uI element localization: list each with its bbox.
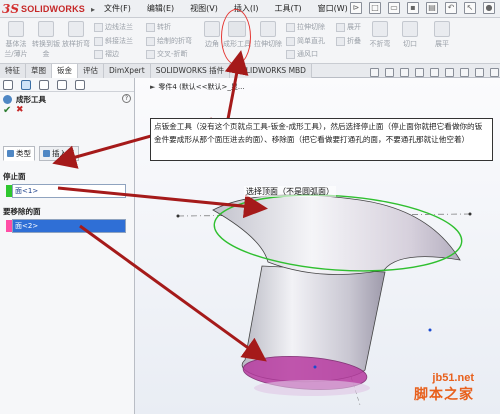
arrow-to-forming-tool bbox=[224, 50, 249, 120]
watermark-url: jb51.net bbox=[432, 372, 474, 384]
model-overlay bbox=[52, 50, 472, 406]
top-face-label: 选择顶面（不是圆弧面） bbox=[244, 186, 336, 197]
point-bottom bbox=[313, 365, 317, 369]
point-side bbox=[428, 328, 432, 332]
bottom-face-shade bbox=[254, 380, 370, 396]
arrow-to-bottom-face bbox=[79, 224, 267, 362]
watermark: jb51.net 脚本之家 bbox=[414, 372, 474, 404]
point-right bbox=[468, 212, 472, 216]
watermark-name: 脚本之家 bbox=[414, 387, 474, 403]
point-left bbox=[176, 214, 180, 218]
instruction-note: 点钣金工具（没有这个页就点工具-钣金-成形工具），然后选择停止面（停止面你就把它… bbox=[150, 118, 493, 161]
arrow-to-top-face bbox=[57, 186, 268, 219]
